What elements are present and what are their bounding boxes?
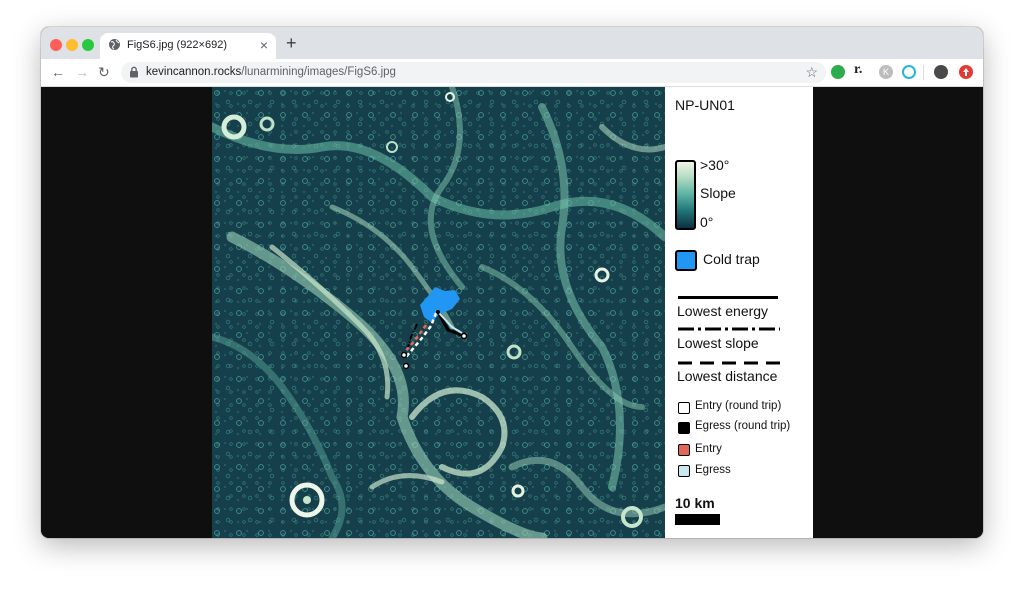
tab-active[interactable]: FigS6.jpg (922×692) ×	[100, 33, 276, 59]
figure-legend: NP-UN01 >30° Slope 0° Cold trap Lowest e…	[665, 87, 813, 538]
site-title: NP-UN01	[675, 97, 735, 113]
egress-round-trip-label: Egress (round trip)	[695, 420, 791, 432]
avatar[interactable]	[934, 65, 948, 79]
minimize-window-button[interactable]	[66, 39, 78, 51]
lowest-distance-label: Lowest distance	[677, 368, 778, 384]
address-bar[interactable]: kevincannon.rocks/lunarmining/images/Fig…	[121, 62, 826, 83]
tab-bar: FigS6.jpg (922×692) × +	[41, 27, 983, 59]
cold-trap-label: Cold trap	[703, 251, 760, 267]
url-text: kevincannon.rocks/lunarmining/images/Fig…	[146, 66, 396, 78]
url-path: /lunarmining/images/FigS6.jpg	[241, 66, 396, 78]
k-extension-icon[interactable]: K	[879, 65, 893, 79]
tab-title: FigS6.jpg (922×692)	[127, 39, 227, 51]
arrow-up-icon	[963, 68, 969, 76]
slope-map-image	[212, 87, 665, 538]
globe-icon	[109, 39, 120, 50]
lowest-slope-line	[678, 327, 780, 331]
toolbar-divider	[923, 65, 924, 80]
slope-label: Slope	[700, 185, 736, 201]
egress-label: Egress	[695, 464, 731, 476]
scale-label: 10 km	[675, 495, 715, 511]
back-button[interactable]: ←	[51, 63, 65, 81]
entry-round-trip-swatch	[678, 402, 690, 414]
readwise-extension-icon[interactable]: r.	[854, 62, 862, 78]
scale-bar	[675, 514, 720, 525]
cold-trap-swatch	[675, 250, 697, 271]
new-tab-button[interactable]: +	[286, 33, 297, 53]
red-extension-icon[interactable]	[959, 65, 973, 79]
egress-round-trip-swatch	[678, 422, 690, 434]
entry-swatch	[678, 444, 690, 456]
cyan-extension-icon[interactable]	[902, 65, 916, 79]
lowest-distance-line	[678, 361, 780, 365]
tab-close-icon[interactable]: ×	[260, 36, 268, 54]
slope-min-label: 0°	[700, 214, 714, 230]
lowest-energy-line	[678, 296, 778, 299]
url-host: kevincannon.rocks	[146, 66, 242, 78]
toolbar: ← → ↻ kevincannon.rocks/lunarmining/imag…	[41, 59, 983, 87]
slope-colorbar	[675, 160, 696, 230]
slope-max-label: >30°	[700, 157, 730, 173]
entry-round-trip-label: Entry (round trip)	[695, 400, 782, 412]
lock-icon	[130, 66, 138, 78]
forward-button[interactable]: →	[75, 63, 89, 81]
browser-window: FigS6.jpg (922×692) × + ← → ↻ kevincanno…	[41, 27, 983, 538]
close-window-button[interactable]	[50, 39, 62, 51]
lowest-energy-label: Lowest energy	[677, 303, 769, 319]
reload-button[interactable]: ↻	[98, 63, 110, 81]
lowest-slope-label: Lowest slope	[677, 335, 759, 351]
page-content: NP-UN01 >30° Slope 0° Cold trap Lowest e…	[41, 87, 983, 538]
egress-swatch	[678, 465, 690, 477]
bookmark-star-icon[interactable]: ☆	[805, 64, 818, 81]
zoom-window-button[interactable]	[82, 39, 94, 51]
entry-label: Entry	[695, 443, 722, 455]
evernote-extension-icon[interactable]	[831, 65, 845, 79]
